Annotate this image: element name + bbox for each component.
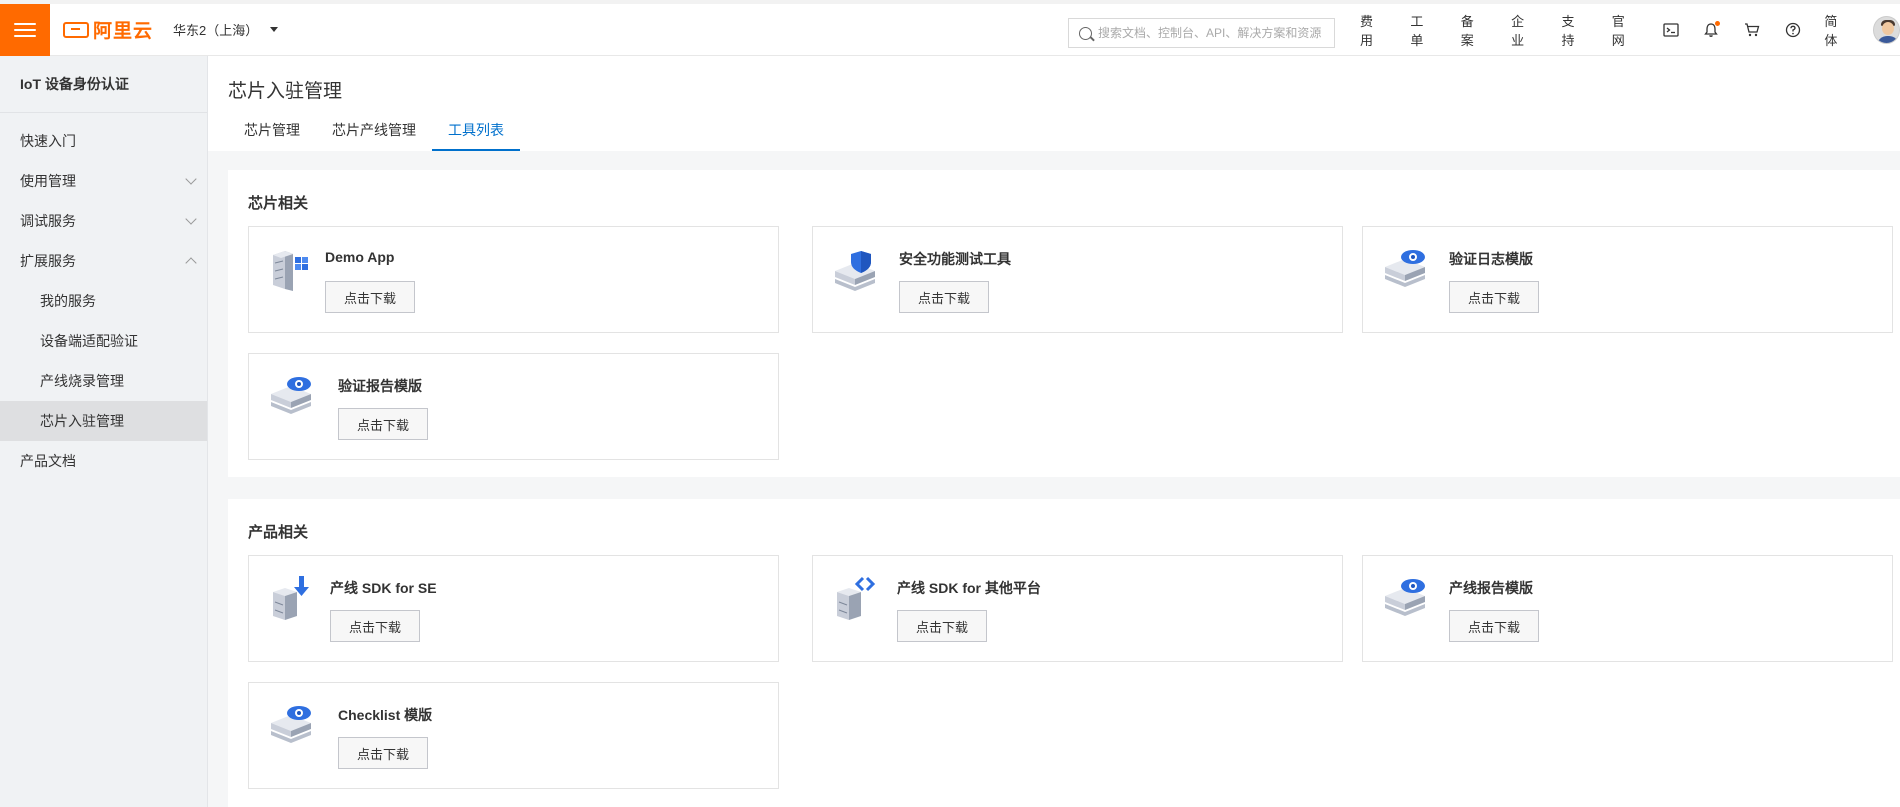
global-search[interactable] bbox=[1068, 18, 1335, 48]
download-button[interactable]: 点击下载 bbox=[338, 737, 428, 769]
sidebar-item-device-adaptation[interactable]: 设备端适配验证 bbox=[0, 321, 207, 361]
tool-name: Demo App bbox=[325, 249, 395, 265]
tool-card-sdk-other-platforms: 产线 SDK for 其他平台 点击下载 bbox=[812, 555, 1343, 662]
top-bar: 阿里云 华东2（上海） 费用 工单 备案 企业 支持 官网 简体 bbox=[0, 0, 1900, 56]
page-header: 芯片入驻管理 芯片管理 芯片产线管理 工具列表 bbox=[208, 56, 1900, 151]
eye-stack-icon bbox=[1385, 579, 1425, 616]
sidebar-title: IoT 设备身份认证 bbox=[20, 76, 129, 92]
nav-tickets[interactable]: 工单 bbox=[1410, 11, 1435, 49]
nav-enterprise[interactable]: 企业 bbox=[1511, 11, 1536, 49]
eye-stack-icon bbox=[271, 706, 311, 743]
download-button[interactable]: 点击下载 bbox=[338, 408, 428, 440]
sidebar-item-label: 快速入门 bbox=[20, 133, 76, 149]
nav-icp[interactable]: 备案 bbox=[1461, 11, 1486, 49]
bell-icon[interactable] bbox=[1703, 21, 1721, 39]
download-button[interactable]: 点击下载 bbox=[899, 281, 989, 313]
tool-card-security-test: 安全功能测试工具 点击下载 bbox=[812, 226, 1343, 333]
section-product-related: 产品相关 产线 SDK for SE 点击下载 产线 SDK for 其他平台 … bbox=[228, 499, 1900, 807]
tool-name: Checklist 模版 bbox=[338, 707, 433, 723]
tool-card-production-report-template: 产线报告模版 点击下载 bbox=[1362, 555, 1893, 662]
tab-tool-list[interactable]: 工具列表 bbox=[432, 118, 520, 151]
sidebar-item-production-burning[interactable]: 产线烧录管理 bbox=[0, 361, 207, 401]
main-content: 芯片入驻管理 芯片管理 芯片产线管理 工具列表 芯片相关 Demo App 点击… bbox=[208, 56, 1900, 807]
top-nav: 费用 工单 备案 企业 支持 官网 简体 bbox=[1360, 4, 1900, 56]
tool-name: 产线报告模版 bbox=[1449, 580, 1533, 596]
sidebar-item-label: 我的服务 bbox=[40, 293, 96, 309]
eye-stack-icon bbox=[1385, 250, 1425, 287]
avatar[interactable] bbox=[1872, 16, 1900, 44]
code-cube-icon bbox=[837, 576, 876, 620]
download-button[interactable]: 点击下载 bbox=[325, 281, 415, 313]
server-grid-icon bbox=[273, 251, 308, 291]
section-title: 芯片相关 bbox=[248, 195, 309, 212]
page-title: 芯片入驻管理 bbox=[228, 81, 343, 102]
nav-support[interactable]: 支持 bbox=[1561, 11, 1586, 49]
chevron-up-icon bbox=[185, 257, 197, 269]
sidebar: IoT 设备身份认证 快速入门 使用管理 调试服务 扩展服务 我的服务 设备端适… bbox=[0, 56, 208, 807]
sidebar-item-extension-service[interactable]: 扩展服务 bbox=[0, 241, 207, 281]
notification-dot bbox=[1715, 21, 1721, 26]
tool-name: 验证报告模版 bbox=[338, 378, 422, 394]
region-selector[interactable]: 华东2（上海） bbox=[173, 20, 279, 39]
tool-card-demo-app: Demo App 点击下载 bbox=[248, 226, 779, 333]
download-button[interactable]: 点击下载 bbox=[1449, 281, 1539, 313]
nav-official-site[interactable]: 官网 bbox=[1612, 11, 1637, 49]
caret-down-icon bbox=[270, 27, 279, 32]
tool-name: 产线 SDK for 其他平台 bbox=[897, 580, 1041, 596]
terminal-icon[interactable] bbox=[1662, 21, 1680, 39]
help-icon[interactable] bbox=[1784, 21, 1802, 39]
menu-button[interactable] bbox=[0, 3, 50, 56]
hamburger-icon bbox=[14, 22, 36, 25]
sidebar-item-label: 调试服务 bbox=[20, 213, 76, 229]
download-button[interactable]: 点击下载 bbox=[897, 610, 987, 642]
region-label: 华东2（上海） bbox=[173, 23, 259, 38]
eye-stack-icon bbox=[271, 377, 311, 414]
search-icon bbox=[1079, 26, 1092, 40]
sidebar-item-label: 设备端适配验证 bbox=[40, 333, 138, 349]
sidebar-item-debug-service[interactable]: 调试服务 bbox=[0, 201, 207, 241]
sidebar-item-label: 芯片入驻管理 bbox=[40, 413, 124, 429]
download-button[interactable]: 点击下载 bbox=[1449, 610, 1539, 642]
tool-name: 产线 SDK for SE bbox=[330, 580, 437, 596]
sidebar-item-product-docs[interactable]: 产品文档 bbox=[0, 441, 207, 481]
tab-chip-management[interactable]: 芯片管理 bbox=[228, 118, 316, 151]
tool-card-checklist-template: Checklist 模版 点击下载 bbox=[248, 682, 779, 789]
download-button[interactable]: 点击下载 bbox=[330, 610, 420, 642]
section-title: 产品相关 bbox=[248, 524, 309, 541]
tabs: 芯片管理 芯片产线管理 工具列表 bbox=[228, 118, 520, 151]
search-input[interactable] bbox=[1098, 26, 1328, 40]
sidebar-item-label: 产品文档 bbox=[20, 453, 76, 469]
sidebar-item-label: 产线烧录管理 bbox=[40, 373, 124, 389]
tab-chip-production-line[interactable]: 芯片产线管理 bbox=[316, 118, 432, 151]
aliyun-logo[interactable]: 阿里云 bbox=[63, 4, 153, 56]
aliyun-logo-icon bbox=[63, 21, 89, 38]
cart-icon[interactable] bbox=[1743, 21, 1761, 39]
sidebar-item-quickstart[interactable]: 快速入门 bbox=[0, 121, 207, 161]
sidebar-item-label: 扩展服务 bbox=[20, 253, 76, 269]
sidebar-item-chip-onboarding[interactable]: 芯片入驻管理 bbox=[0, 401, 207, 441]
nav-fees[interactable]: 费用 bbox=[1360, 11, 1385, 49]
brand-name: 阿里云 bbox=[93, 21, 154, 42]
tool-card-sdk-for-se: 产线 SDK for SE 点击下载 bbox=[248, 555, 779, 662]
sidebar-item-usage-management[interactable]: 使用管理 bbox=[0, 161, 207, 201]
sidebar-item-label: 使用管理 bbox=[20, 173, 76, 189]
section-chip-related: 芯片相关 Demo App 点击下载 安全功能测试工具 点击下载 验证日志模版 … bbox=[228, 170, 1900, 477]
tool-name: 验证日志模版 bbox=[1449, 251, 1533, 267]
tool-card-verify-report-template: 验证报告模版 点击下载 bbox=[248, 353, 779, 460]
tool-card-verify-log-template: 验证日志模版 点击下载 bbox=[1362, 226, 1893, 333]
tool-name: 安全功能测试工具 bbox=[899, 251, 1011, 267]
chevron-down-icon bbox=[185, 173, 197, 185]
sidebar-item-my-services[interactable]: 我的服务 bbox=[0, 281, 207, 321]
download-cube-icon bbox=[273, 576, 309, 620]
shield-stack-icon bbox=[835, 251, 875, 291]
chevron-down-icon bbox=[185, 213, 197, 225]
language-switch[interactable]: 简体 bbox=[1824, 11, 1849, 49]
